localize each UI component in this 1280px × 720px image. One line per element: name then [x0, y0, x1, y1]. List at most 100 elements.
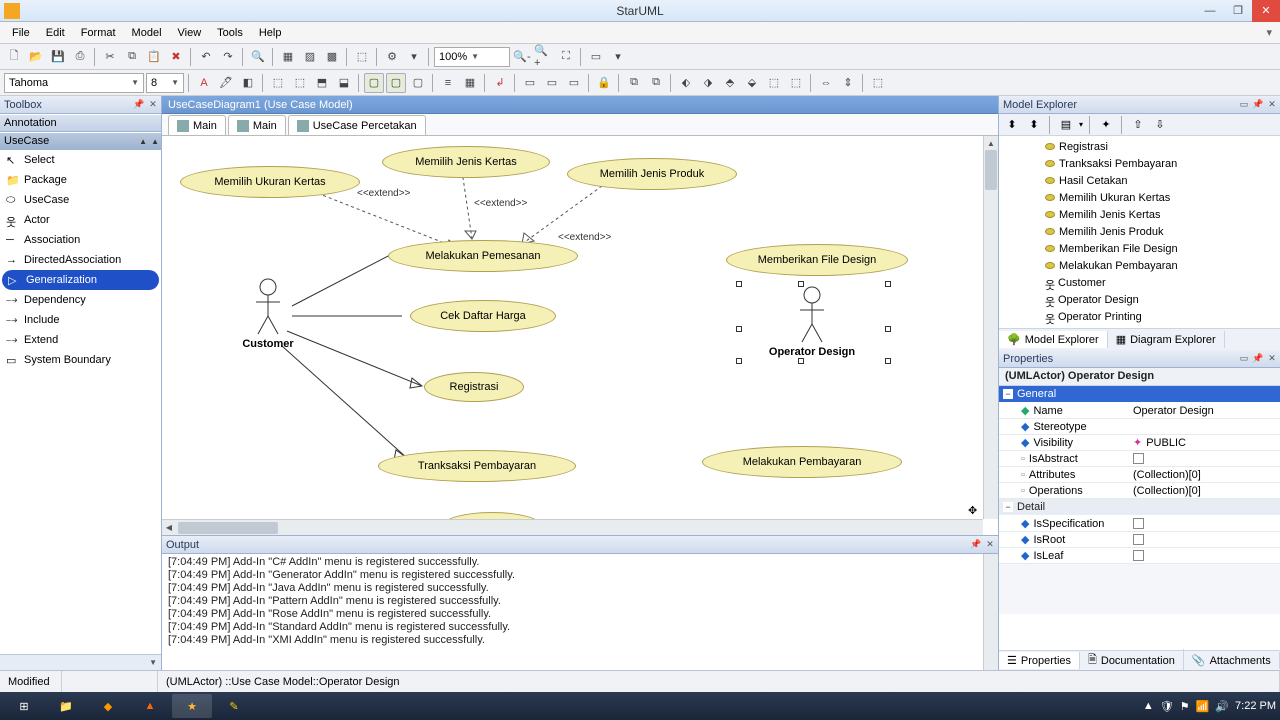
filter-button[interactable]: ▤: [1057, 116, 1075, 134]
usecase-registrasi[interactable]: Registrasi: [424, 372, 524, 402]
selection-handle[interactable]: [885, 281, 891, 287]
tab-documentation[interactable]: 🗎Documentation: [1080, 649, 1184, 672]
tray-icon[interactable]: ▲: [1143, 700, 1154, 712]
view-button[interactable]: ▭: [586, 47, 606, 67]
menu-tools[interactable]: Tools: [209, 25, 251, 41]
tool-button-2[interactable]: ▨: [300, 47, 320, 67]
actor-operator-design[interactable]: Operator Design: [762, 286, 862, 358]
tool-generalization[interactable]: ▷Generalization: [2, 270, 159, 290]
menu-model[interactable]: Model: [124, 25, 170, 41]
tree-item[interactable]: Memberikan File Design: [999, 240, 1280, 257]
prop-isabstract-row[interactable]: ▫IsAbstract: [999, 451, 1280, 467]
undo-button[interactable]: ↶: [196, 47, 216, 67]
align-button-2[interactable]: ▦: [460, 73, 480, 93]
vertical-scrollbar[interactable]: ▲: [983, 136, 998, 519]
chevron-down-icon[interactable]: ▾: [1079, 120, 1083, 129]
usecase-memilih-jenis-produk[interactable]: Memilih Jenis Produk: [567, 158, 737, 190]
network-icon[interactable]: 📶: [1196, 700, 1210, 713]
tree-item[interactable]: 웃Operator Design: [999, 291, 1280, 308]
tree-item[interactable]: Memilih Jenis Produk: [999, 223, 1280, 240]
align-b-button[interactable]: ⬚: [786, 73, 806, 93]
scroll-left-icon[interactable]: ◀: [162, 523, 176, 532]
output-body[interactable]: [7:04:49 PM] Add-In "C# AddIn" menu is r…: [162, 554, 998, 670]
tool-button-3[interactable]: ▩: [322, 47, 342, 67]
tree-item[interactable]: Tranksaksi Pembayaran: [999, 155, 1280, 172]
refresh-button[interactable]: ✦: [1097, 116, 1115, 134]
pin-icon[interactable]: 📌: [1252, 99, 1264, 111]
tab-attachments[interactable]: 📎Attachments: [1184, 652, 1280, 669]
explorer-tree[interactable]: Registrasi Tranksaksi Pembayaran Hasil C…: [999, 136, 1280, 328]
layer-1-button[interactable]: ⧉: [624, 73, 644, 93]
dist-v-button[interactable]: ⇕: [838, 73, 858, 93]
usecase-memberikan-file-design[interactable]: Memberikan File Design: [726, 244, 908, 276]
close-button[interactable]: ✕: [1252, 0, 1280, 22]
collapse-icon[interactable]: −: [1003, 502, 1013, 512]
scroll-down-icon[interactable]: ▼: [149, 658, 157, 667]
prop-name-row[interactable]: ◆NameOperator Design: [999, 403, 1280, 419]
new-button[interactable]: 🗋: [4, 47, 24, 67]
redo-button[interactable]: ↷: [218, 47, 238, 67]
annotation-section[interactable]: Annotation: [0, 114, 161, 132]
tool-association[interactable]: ─Association: [0, 230, 161, 250]
tab-main-2[interactable]: Main: [228, 115, 286, 135]
pan-icon[interactable]: ✥: [968, 504, 982, 518]
usecase-memilih-ukuran-kertas[interactable]: Memilih Ukuran Kertas: [180, 166, 360, 198]
align-r-button[interactable]: ⬗: [698, 73, 718, 93]
zoom-out-button[interactable]: 🔍-: [512, 47, 532, 67]
zoom-combo[interactable]: 100% ▼: [434, 47, 510, 67]
collapse-icon[interactable]: −: [1003, 389, 1013, 399]
selection-handle[interactable]: [736, 358, 742, 364]
prop-isroot-row[interactable]: ◆IsRoot: [999, 532, 1280, 548]
scroll-thumb[interactable]: [985, 150, 997, 190]
tree-item[interactable]: Hasil Cetakan: [999, 172, 1280, 189]
menu-view[interactable]: View: [170, 25, 210, 41]
properties-grid[interactable]: −General ◆NameOperator Design ◆Stereotyp…: [999, 386, 1280, 650]
pin-icon[interactable]: 📌: [133, 99, 145, 111]
maximize-button[interactable]: ❐: [1224, 0, 1252, 22]
group-3-button[interactable]: ▭: [564, 73, 584, 93]
font-size-combo[interactable]: 8 ▼: [146, 73, 184, 93]
checkbox[interactable]: [1133, 550, 1144, 561]
minimize-button[interactable]: —: [1196, 0, 1224, 22]
font-combo[interactable]: Tahoma ▼: [4, 73, 144, 93]
close-panel-icon[interactable]: ✕: [1266, 99, 1278, 111]
task-app-3[interactable]: ✎: [214, 694, 254, 718]
tree-item[interactable]: Memilih Ukuran Kertas: [999, 189, 1280, 206]
maximize-panel-icon[interactable]: ▭: [1238, 353, 1250, 365]
tool-button-1[interactable]: ▦: [278, 47, 298, 67]
find-button[interactable]: 🔍: [248, 47, 268, 67]
lock-button[interactable]: 🔒: [594, 73, 614, 93]
tab-main-1[interactable]: Main: [168, 115, 226, 135]
diagram-canvas[interactable]: Memilih Ukuran Kertas Memilih Jenis Kert…: [162, 136, 998, 535]
tab-model-explorer[interactable]: 🌳Model Explorer: [999, 331, 1108, 348]
prop-attributes-row[interactable]: ▫Attributes(Collection)[0]: [999, 467, 1280, 483]
nav-down-button[interactable]: ⇩: [1151, 116, 1169, 134]
font-color-button[interactable]: A: [194, 73, 214, 93]
checkbox[interactable]: [1133, 518, 1144, 529]
tool-package[interactable]: 📁Package: [0, 170, 161, 190]
style-2-button[interactable]: ⬚: [290, 73, 310, 93]
style-3-button[interactable]: ⬒: [312, 73, 332, 93]
tool-dropdown-icon[interactable]: ▾: [404, 47, 424, 67]
tab-properties[interactable]: ☰Properties: [999, 652, 1080, 669]
menu-help[interactable]: Help: [251, 25, 290, 41]
maximize-panel-icon[interactable]: ▭: [1238, 99, 1250, 111]
close-panel-icon[interactable]: ✕: [984, 539, 996, 551]
delete-button[interactable]: ✖: [166, 47, 186, 67]
tab-usecase-percetakan[interactable]: UseCase Percetakan: [288, 115, 426, 135]
scroll-up-icon[interactable]: ▲: [139, 137, 147, 146]
start-button[interactable]: ⊞: [4, 694, 44, 718]
clock[interactable]: 7:22 PM: [1235, 700, 1276, 712]
checkbox[interactable]: [1133, 453, 1144, 464]
stereo-1-button[interactable]: ▢: [364, 73, 384, 93]
misc-button[interactable]: ⬚: [868, 73, 888, 93]
tree-item[interactable]: 웃Kasir: [999, 325, 1280, 328]
scroll-thumb[interactable]: [178, 522, 278, 534]
align-l-button[interactable]: ⬖: [676, 73, 696, 93]
task-app-2[interactable]: ▲: [130, 694, 170, 718]
usecase-melakukan-pemesanan[interactable]: Melakukan Pemesanan: [388, 240, 578, 272]
cut-button[interactable]: ✂: [100, 47, 120, 67]
close-panel-icon[interactable]: ✕: [1266, 353, 1278, 365]
tree-item[interactable]: Memilih Jenis Kertas: [999, 206, 1280, 223]
align-button-1[interactable]: ≡: [438, 73, 458, 93]
